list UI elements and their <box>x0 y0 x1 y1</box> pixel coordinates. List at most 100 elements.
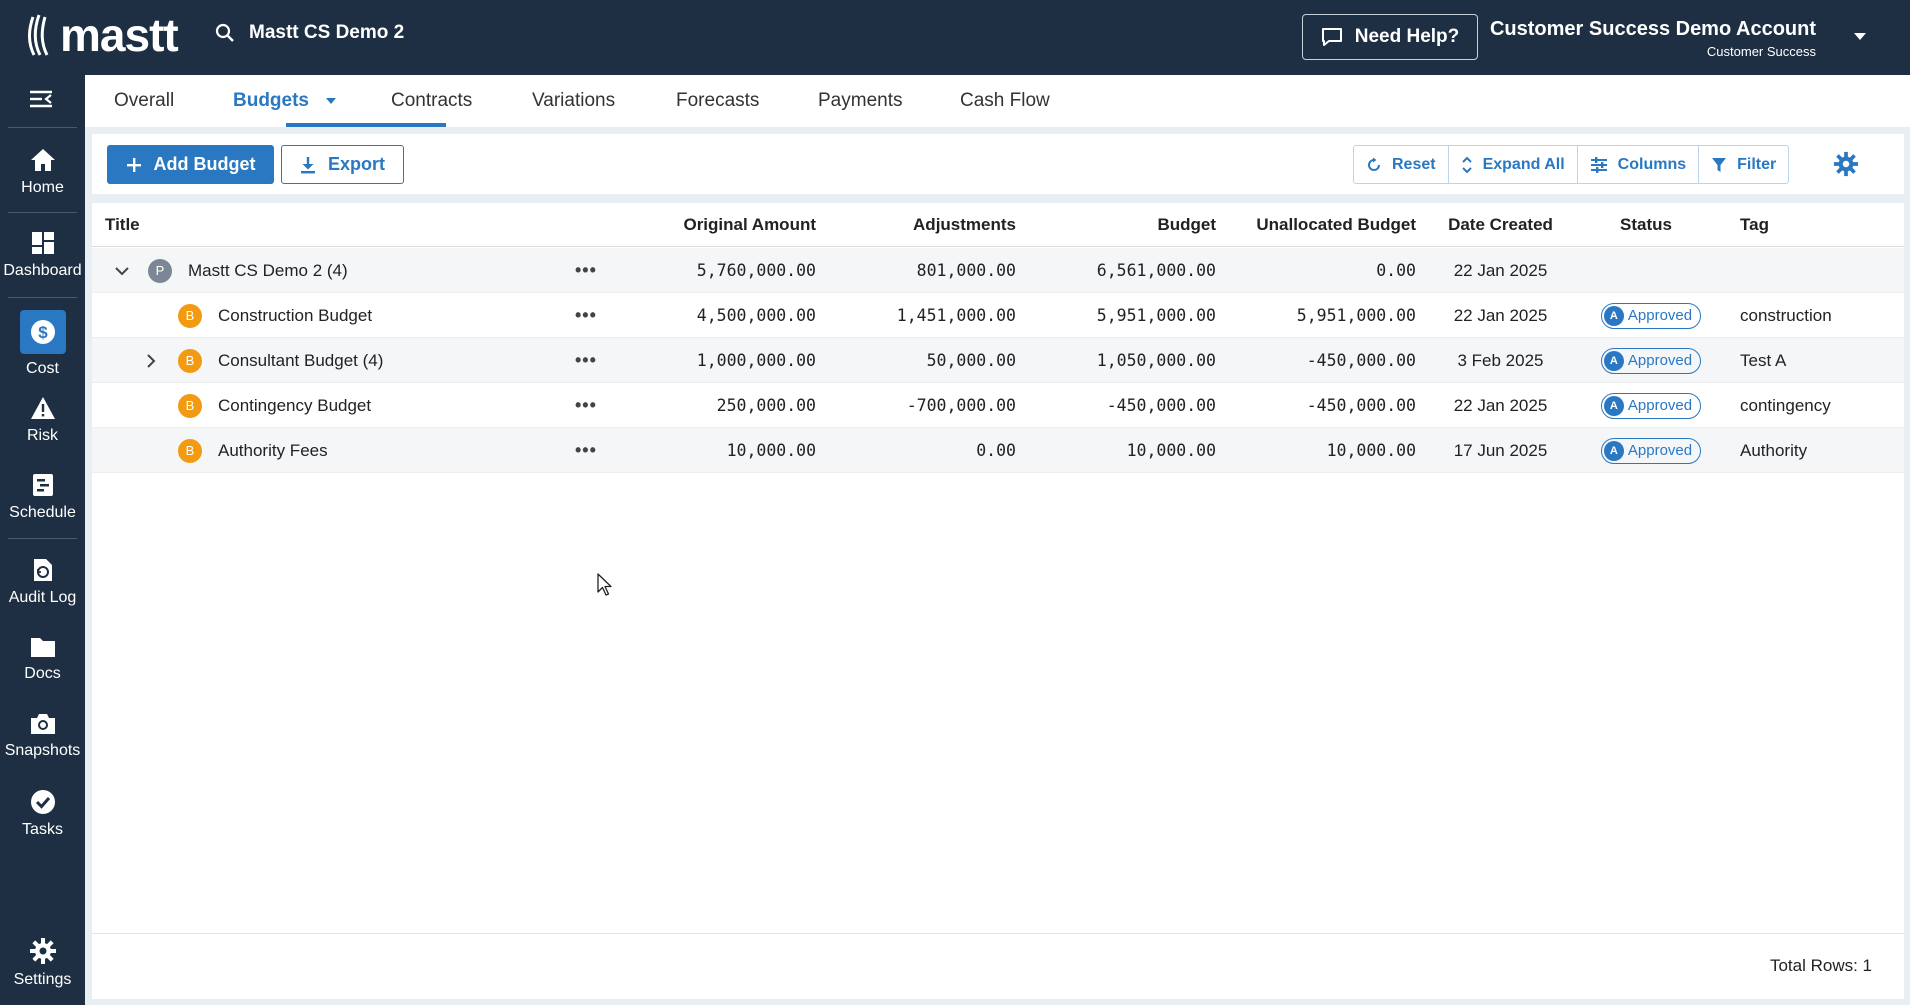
top-bar: mastt Mastt CS Demo 2 Need Help? Custome… <box>0 0 1910 75</box>
reset-icon <box>1368 157 1380 171</box>
account-name: Customer Success Demo Account <box>1489 18 1816 40</box>
sidebar-item-schedule[interactable]: Schedule <box>0 472 85 522</box>
expand-all-button[interactable]: Expand All <box>1449 146 1578 183</box>
col-header-original-amount[interactable]: Original Amount <box>592 203 816 247</box>
budget-badge: B <box>178 348 202 373</box>
row-type-badge: B <box>178 383 202 428</box>
account-caret-icon[interactable] <box>1854 33 1866 40</box>
reset-button[interactable]: Reset <box>1354 146 1449 183</box>
sidebar-item-tasks[interactable]: Tasks <box>0 789 85 839</box>
row-title-text: Construction Budget <box>218 305 373 325</box>
cell-status: A Approved <box>1597 338 1705 383</box>
cell-original-amount: 1,000,000.00 <box>696 351 816 370</box>
status-badge[interactable]: A Approved <box>1600 347 1702 374</box>
row-title[interactable]: Authority Fees <box>218 428 328 473</box>
dollar-icon: $ <box>30 320 55 344</box>
col-header-budget[interactable]: Budget <box>1032 203 1216 247</box>
project-search[interactable]: Mastt CS Demo 2 <box>215 22 404 44</box>
table-row[interactable]: P Mastt CS Demo 2 (4) ••• 5,760,000.00 8… <box>92 248 1904 293</box>
toolbar: Add Budget Export Reset Expand All Colum… <box>92 134 1904 194</box>
need-help-label: Need Help? <box>1354 26 1460 47</box>
sidebar-divider <box>8 538 77 539</box>
total-rows: Total Rows: 1 <box>1769 956 1872 975</box>
sidebar-item-snapshots[interactable]: Snapshots <box>0 712 85 760</box>
mastt-logo[interactable]: mastt <box>28 10 179 60</box>
col-header-title[interactable]: Title <box>105 203 140 247</box>
cell-unallocated: 5,951,000.00 <box>1296 306 1416 325</box>
grid-settings-icon[interactable] <box>1833 151 1859 182</box>
col-header-date-created[interactable]: Date Created <box>1433 203 1568 247</box>
status-badge[interactable]: A Approved <box>1600 302 1702 329</box>
status-badge[interactable]: A Approved <box>1600 437 1702 464</box>
tab-budgets[interactable]: Budgets <box>233 75 337 127</box>
collapse-chevron-icon[interactable] <box>114 248 130 293</box>
row-title[interactable]: Construction Budget <box>218 293 372 338</box>
tab-contracts[interactable]: Contracts <box>391 75 472 127</box>
sidebar-divider <box>8 297 77 298</box>
expand-chevron-icon[interactable] <box>146 338 156 383</box>
tab-budgets-label: Budgets <box>233 90 309 111</box>
col-header-adjustments[interactable]: Adjustments <box>832 203 1016 247</box>
chat-icon <box>1321 28 1342 46</box>
cell-tag: Authority <box>1740 440 1808 460</box>
dashboard-icon <box>31 232 54 254</box>
need-help-button[interactable]: Need Help? <box>1302 14 1478 60</box>
budget-grid: Title Original Amount Adjustments Budget… <box>92 203 1904 999</box>
filter-button[interactable]: Filter <box>1699 146 1788 183</box>
table-row[interactable]: B Construction Budget ••• 4,500,000.00 1… <box>92 293 1904 338</box>
table-row[interactable]: B Authority Fees ••• 10,000.00 0.00 10,0… <box>92 428 1904 473</box>
sidebar-item-home[interactable]: Home <box>0 147 85 197</box>
tab-cash-flow[interactable]: Cash Flow <box>960 75 1050 127</box>
table-row[interactable]: B Consultant Budget (4) ••• 1,000,000.00… <box>92 338 1904 383</box>
search-icon <box>215 23 234 42</box>
sidebar-item-risk[interactable]: Risk <box>0 395 85 445</box>
cell-budget: -450,000.00 <box>1106 396 1216 415</box>
cell-date-created: 17 Jun 2025 <box>1453 440 1548 460</box>
sidebar-item-label: Dashboard <box>3 262 82 279</box>
col-header-unallocated-budget[interactable]: Unallocated Budget <box>1222 203 1416 247</box>
tab-variations[interactable]: Variations <box>532 75 615 127</box>
chevron-down-icon[interactable] <box>325 97 337 105</box>
table-row[interactable]: B Contingency Budget ••• 250,000.00 -700… <box>92 383 1904 428</box>
cell-unallocated: 0.00 <box>1376 261 1416 280</box>
cell-budget: 6,561,000.00 <box>1096 261 1216 280</box>
add-budget-button[interactable]: Add Budget <box>107 145 274 184</box>
audit-log-icon <box>33 559 52 581</box>
columns-icon <box>1590 156 1607 173</box>
columns-button[interactable]: Columns <box>1578 146 1700 183</box>
cell-original-amount: 10,000.00 <box>726 441 816 460</box>
sidebar-item-audit-log[interactable]: Audit Log <box>0 557 85 607</box>
tab-forecasts[interactable]: Forecasts <box>676 75 759 127</box>
sidebar-item-settings[interactable]: Settings <box>0 937 85 989</box>
col-header-status[interactable]: Status <box>1592 203 1700 247</box>
status-label: Approved <box>1627 352 1693 369</box>
sidebar-item-cost[interactable]: $ Cost <box>0 310 85 378</box>
row-type-badge: B <box>178 338 202 383</box>
cell-date-created: 22 Jan 2025 <box>1453 305 1548 325</box>
tab-payments[interactable]: Payments <box>818 75 902 127</box>
sidebar-item-docs[interactable]: Docs <box>0 635 85 683</box>
sidebar-divider <box>8 212 77 213</box>
svg-text:$: $ <box>38 323 48 342</box>
cost-icon-tile: $ <box>19 310 66 354</box>
warning-icon <box>30 397 55 419</box>
status-badge[interactable]: A Approved <box>1600 392 1702 419</box>
row-title[interactable]: Contingency Budget <box>218 383 371 428</box>
row-type-badge: B <box>178 428 202 473</box>
sidebar-item-label: Risk <box>26 427 59 444</box>
cell-adjustments: -700,000.00 <box>906 396 1016 415</box>
sidebar-collapse-icon[interactable] <box>28 89 54 114</box>
sidebar-item-dashboard[interactable]: Dashboard <box>0 230 85 280</box>
tab-overall[interactable]: Overall <box>114 75 174 127</box>
cell-date-created: 22 Jan 2025 <box>1453 260 1548 280</box>
mouse-cursor-icon <box>597 573 613 602</box>
row-title[interactable]: Mastt CS Demo 2 (4) <box>188 248 348 293</box>
row-title[interactable]: Consultant Budget (4) <box>218 338 383 383</box>
approved-avatar: A <box>1603 395 1624 416</box>
cell-budget: 10,000.00 <box>1126 441 1216 460</box>
budget-badge: B <box>178 303 202 328</box>
account-menu[interactable]: Customer Success Demo Account Customer S… <box>1490 18 1816 59</box>
row-title-text: Contingency Budget <box>218 395 372 415</box>
col-header-tag[interactable]: Tag <box>1740 203 1769 247</box>
export-button[interactable]: Export <box>281 145 404 184</box>
